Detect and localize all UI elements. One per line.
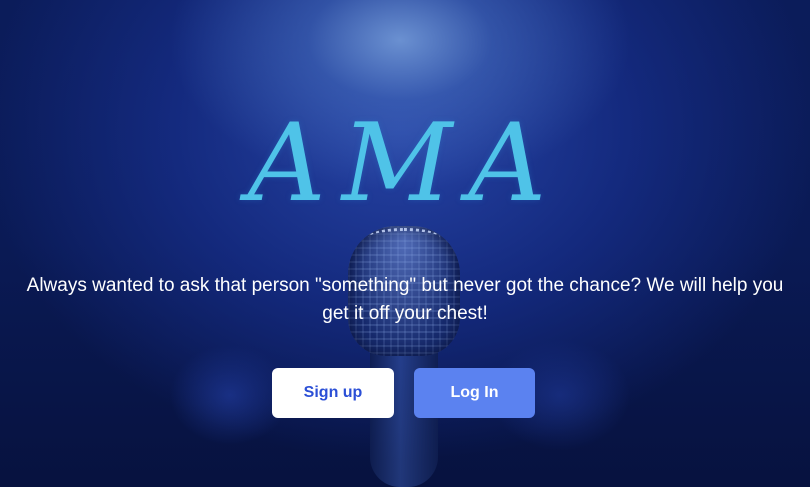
hero-section: AMA Always wanted to ask that person "so… [0,0,810,487]
microphone-image [348,226,460,487]
signup-button[interactable]: Sign up [272,368,394,418]
login-button[interactable]: Log In [414,368,535,418]
page-title: AMA [247,101,563,226]
tagline: Always wanted to ask that person "someth… [26,275,784,324]
microphone-ring [368,228,440,247]
